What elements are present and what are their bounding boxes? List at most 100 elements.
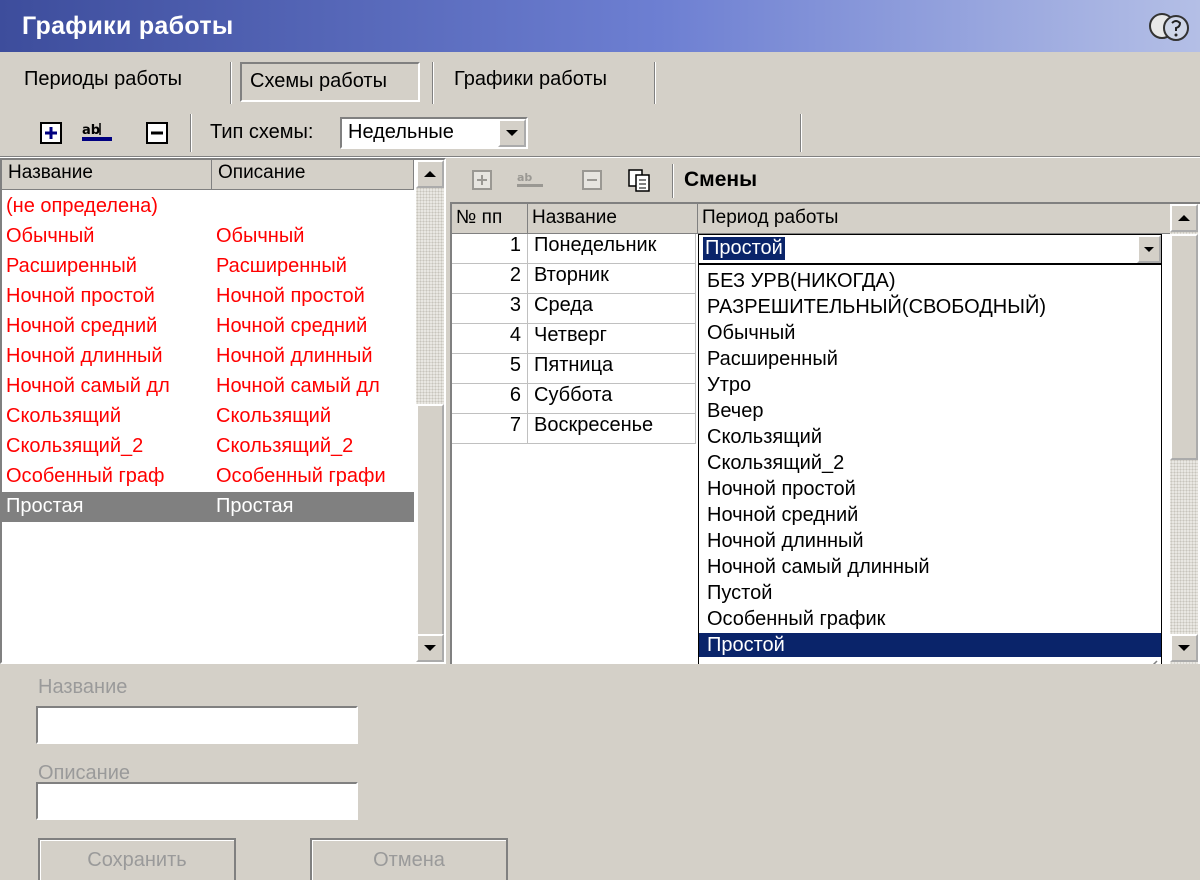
work-period-option[interactable]: БЕЗ УРВ(НИКОГДА) bbox=[699, 269, 1161, 293]
work-period-option[interactable]: Вечер bbox=[699, 399, 1161, 423]
shifts-grid[interactable]: № пп Название Период работы 1 Понедельник… bbox=[450, 202, 1200, 664]
delete-icon[interactable] bbox=[144, 120, 170, 146]
name-input[interactable] bbox=[36, 706, 358, 744]
schemes-list[interactable]: Название Описание (не определена) Обычный… bbox=[0, 158, 446, 664]
tab-separator bbox=[230, 62, 232, 104]
tab-separator bbox=[432, 62, 434, 104]
work-period-option[interactable]: Особенный график bbox=[699, 607, 1161, 631]
column-header-number[interactable]: № пп bbox=[452, 204, 528, 234]
copy-icon[interactable] bbox=[626, 167, 652, 193]
shift-name-cell[interactable]: Среда bbox=[528, 294, 696, 324]
column-header-shift-name[interactable]: Название bbox=[528, 204, 698, 234]
scheme-name-cell: Обычный bbox=[6, 225, 95, 247]
shift-name-cell[interactable]: Воскресенье bbox=[528, 414, 696, 444]
scheme-description-cell: Расширенный bbox=[216, 255, 347, 277]
work-period-cell-editor[interactable]: Простой bbox=[698, 234, 1162, 264]
scheme-type-select[interactable]: Недельные bbox=[340, 117, 528, 149]
shifts-title: Смены bbox=[684, 168, 757, 191]
work-period-dropdown-button[interactable] bbox=[1137, 235, 1161, 263]
name-label: Название bbox=[38, 676, 128, 698]
work-period-option[interactable]: Ночной средний bbox=[699, 503, 1161, 527]
scheme-row[interactable]: Ночной простой Ночной простой bbox=[2, 282, 414, 312]
shift-name-cell[interactable]: Вторник bbox=[528, 264, 696, 294]
work-period-option[interactable]: Утро bbox=[699, 373, 1161, 397]
work-period-option[interactable]: Скользящий bbox=[699, 425, 1161, 449]
scheme-description-cell: Ночной средний bbox=[216, 315, 368, 337]
scheme-name-cell: Расширенный bbox=[6, 255, 137, 277]
work-period-option[interactable]: Ночной простой bbox=[699, 477, 1161, 501]
column-header-work-period[interactable]: Период работы bbox=[698, 204, 1172, 234]
schemes-scrollbar[interactable] bbox=[416, 160, 444, 662]
scheme-name-cell: Простая bbox=[6, 495, 84, 517]
scroll-down-button[interactable] bbox=[416, 634, 444, 662]
scheme-description-cell: Ночной простой bbox=[216, 285, 365, 307]
save-button[interactable]: Сохранить bbox=[38, 838, 236, 880]
shift-name-cell[interactable]: Четверг bbox=[528, 324, 696, 354]
scroll-thumb[interactable] bbox=[1170, 234, 1198, 460]
scheme-row[interactable]: Особенный граф Особенный графи bbox=[2, 462, 414, 492]
add-shift-icon[interactable] bbox=[470, 168, 494, 192]
tab-strip: Периоды работы Схемы работы Графики рабо… bbox=[0, 52, 1200, 158]
shift-number-cell: 4 bbox=[452, 324, 528, 354]
scheme-row[interactable]: (не определена) bbox=[2, 192, 414, 222]
work-period-option[interactable]: Расширенный bbox=[699, 347, 1161, 371]
shift-name-cell[interactable]: Суббота bbox=[528, 384, 696, 414]
scroll-thumb[interactable] bbox=[416, 404, 444, 636]
scheme-type-value: Недельные bbox=[348, 121, 454, 143]
arrow-up-icon bbox=[424, 171, 436, 177]
shift-name-cell[interactable]: Понедельник bbox=[528, 234, 696, 264]
scheme-description-cell: Ночной длинный bbox=[216, 345, 373, 367]
description-input[interactable] bbox=[36, 782, 358, 820]
add-icon[interactable] bbox=[38, 120, 64, 146]
column-header-name[interactable]: Название bbox=[2, 160, 212, 190]
tab-work-schedules[interactable]: Графики работы bbox=[446, 62, 656, 102]
scroll-up-button[interactable] bbox=[1170, 204, 1198, 232]
shifts-pane: ab Смены № пп Название Период работы 1 По… bbox=[446, 158, 1200, 664]
toolbar-separator bbox=[190, 114, 192, 152]
work-period-option[interactable]: Пустой bbox=[699, 581, 1161, 605]
shift-name-cell[interactable]: Пятница bbox=[528, 354, 696, 384]
scheme-row[interactable]: Скользящий Скользящий bbox=[2, 402, 414, 432]
shifts-scrollbar[interactable] bbox=[1170, 204, 1198, 664]
work-period-option[interactable]: Скользящий_2 bbox=[699, 451, 1161, 475]
work-period-dropdown-list[interactable]: БЕЗ УРВ(НИКОГДА) РАЗРЕШИТЕЛЬНЫЙ(СВОБОДНЫЙ… bbox=[698, 264, 1162, 664]
work-period-option[interactable]: Простой bbox=[699, 633, 1161, 657]
shift-number-cell: 6 bbox=[452, 384, 528, 414]
tab-work-schemes[interactable]: Схемы работы bbox=[240, 62, 420, 102]
work-period-option[interactable]: Ночной самый длинный bbox=[699, 555, 1161, 579]
tab-work-periods[interactable]: Периоды работы bbox=[16, 62, 221, 102]
scheme-description-cell: Скользящий_2 bbox=[216, 435, 354, 457]
svg-text:ab: ab bbox=[82, 123, 100, 138]
resize-grip-icon[interactable] bbox=[1139, 655, 1159, 664]
scheme-row[interactable]: Ночной длинный Ночной длинный bbox=[2, 342, 414, 372]
scheme-row[interactable]: Расширенный Расширенный bbox=[2, 252, 414, 282]
work-period-option[interactable]: РАЗРЕШИТЕЛЬНЫЙ(СВОБОДНЫЙ) bbox=[699, 295, 1161, 319]
work-period-option[interactable]: Обычный bbox=[699, 321, 1161, 345]
toolbar-separator bbox=[672, 164, 674, 198]
scheme-row[interactable]: Скользящий_2 Скользящий_2 bbox=[2, 432, 414, 462]
rename-icon[interactable]: ab bbox=[80, 120, 116, 146]
scheme-name-cell: Ночной длинный bbox=[6, 345, 163, 367]
column-header-description[interactable]: Описание bbox=[212, 160, 414, 190]
scheme-row[interactable]: Простая Простая bbox=[2, 492, 414, 522]
work-schedules-window: Графики работы Периоды работы Схемы рабо… bbox=[0, 0, 1200, 880]
scheme-row[interactable]: Ночной средний Ночной средний bbox=[2, 312, 414, 342]
help-icon[interactable] bbox=[1142, 6, 1198, 48]
scheme-name-cell: Ночной простой bbox=[6, 285, 155, 307]
delete-shift-icon[interactable] bbox=[580, 168, 604, 192]
scheme-description-cell: Простая bbox=[216, 495, 294, 517]
rename-shift-icon[interactable]: ab bbox=[516, 168, 546, 192]
scheme-name-cell: Ночной самый дл bbox=[6, 375, 170, 397]
scheme-row[interactable]: Ночной самый дл Ночной самый дл bbox=[2, 372, 414, 402]
scheme-name-cell: Скользящий_2 bbox=[6, 435, 144, 457]
scheme-row[interactable]: Обычный Обычный bbox=[2, 222, 414, 252]
scroll-up-button[interactable] bbox=[416, 160, 444, 188]
cancel-button[interactable]: Отмена bbox=[310, 838, 508, 880]
scheme-name-cell: Скользящий bbox=[6, 405, 121, 427]
scheme-name-cell: (не определена) bbox=[6, 195, 158, 217]
arrow-down-icon bbox=[424, 645, 436, 651]
work-period-option[interactable]: Ночной длинный bbox=[699, 529, 1161, 553]
scroll-down-button[interactable] bbox=[1170, 634, 1198, 662]
title-bar: Графики работы bbox=[0, 0, 1200, 52]
scheme-type-dropdown-button[interactable] bbox=[498, 119, 526, 147]
